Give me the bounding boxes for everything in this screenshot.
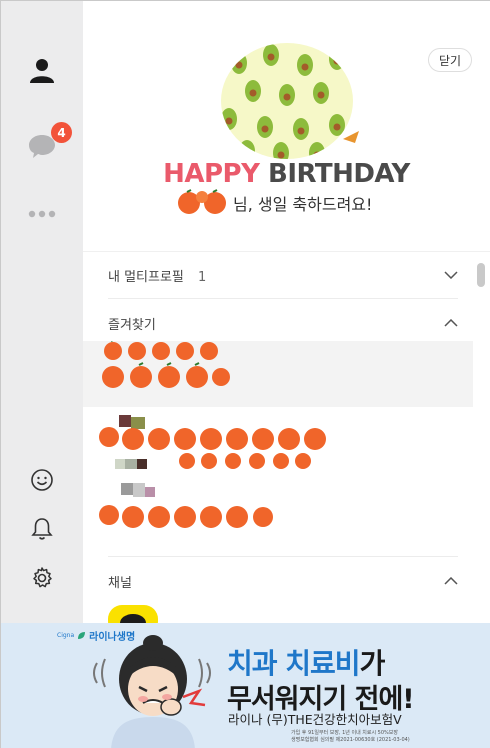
- insurer-logo-small: Cigna: [57, 632, 75, 639]
- emoji-face-icon[interactable]: [25, 463, 59, 497]
- favorites-label: 즐겨찾기: [108, 317, 156, 333]
- favorite-friend-2-blurred-image[interactable]: [97, 411, 337, 473]
- multi-profile-count: 1: [198, 269, 207, 285]
- chevron-up-icon[interactable]: [444, 577, 458, 585]
- ad-headline-1-blue-b: 치료비: [285, 647, 360, 680]
- ad-headline-1-dark: 가: [359, 647, 386, 680]
- ad-fine-print-2: 생명보험협회 심의필 제2021-00630호 (2021-03-04): [291, 737, 410, 743]
- unread-count-badge: 4: [51, 122, 72, 143]
- app-window: 4 닫기 HAPPY BIRTHDAY 님, 생일 축하드려요! 내 멀티프로필…: [0, 0, 490, 748]
- leaf-icon: [78, 632, 86, 639]
- ad-product-name: 라이나 (무)THE건강한치아보험V: [228, 712, 402, 727]
- birthday-banner: 닫기 HAPPY BIRTHDAY 님, 생일 축하드려요!: [83, 1, 490, 251]
- insurer-name: 라이나생명: [89, 632, 136, 643]
- insurer-logo: Cigna 라이나생명: [57, 628, 135, 643]
- banner-close-button[interactable]: 닫기: [428, 48, 472, 72]
- gear-icon[interactable]: [25, 561, 59, 595]
- friends-tab-person-icon[interactable]: [25, 53, 59, 87]
- sidebar: 4: [1, 1, 83, 623]
- chevron-down-icon[interactable]: [444, 271, 458, 279]
- avocado-pattern-image: [221, 43, 359, 159]
- toothache-person-illustration: [93, 635, 211, 748]
- multi-profile-label-group: 내 멀티프로필 1: [108, 266, 206, 285]
- channel-section-header[interactable]: 채널: [108, 557, 458, 605]
- bell-icon[interactable]: [25, 512, 59, 546]
- advertisement-banner[interactable]: Cigna 라이나생명 치과 치료비가 무서워지기 전에! 라이나 (무)THE…: [1, 623, 490, 748]
- multi-profile-section-header[interactable]: 내 멀티프로필 1: [108, 251, 458, 299]
- favorite-friend-3-blurred-image[interactable]: [97, 479, 287, 539]
- ad-headline-1-blue-a: 치과: [227, 647, 278, 680]
- ad-fine-print-1: 가입 후 91일부터 보장, 1년 이내 치료시 50%보장: [291, 730, 398, 736]
- scrollbar-thumb[interactable]: [477, 263, 485, 287]
- blurred-name-image: [178, 189, 226, 214]
- channel-label: 채널: [108, 575, 132, 591]
- more-dots-icon[interactable]: [25, 197, 59, 231]
- multi-profile-label: 내 멀티프로필: [108, 269, 184, 285]
- channel-avatar[interactable]: [108, 605, 158, 623]
- chevron-up-icon[interactable]: [444, 319, 458, 327]
- favorites-section-header[interactable]: 즐겨찾기: [108, 299, 458, 347]
- birthday-message: 님, 생일 축하드려요!: [233, 195, 373, 214]
- birthday-title-word1: HAPPY: [163, 159, 260, 189]
- birthday-title: HAPPY BIRTHDAY: [83, 159, 490, 189]
- favorite-friend-1-blurred-image[interactable]: [101, 341, 231, 393]
- birthday-title-word2: BIRTHDAY: [268, 159, 410, 189]
- ad-headline-1: 치과 치료비가: [227, 642, 386, 682]
- profile-panel: – ☐ ✕: [83, 1, 490, 623]
